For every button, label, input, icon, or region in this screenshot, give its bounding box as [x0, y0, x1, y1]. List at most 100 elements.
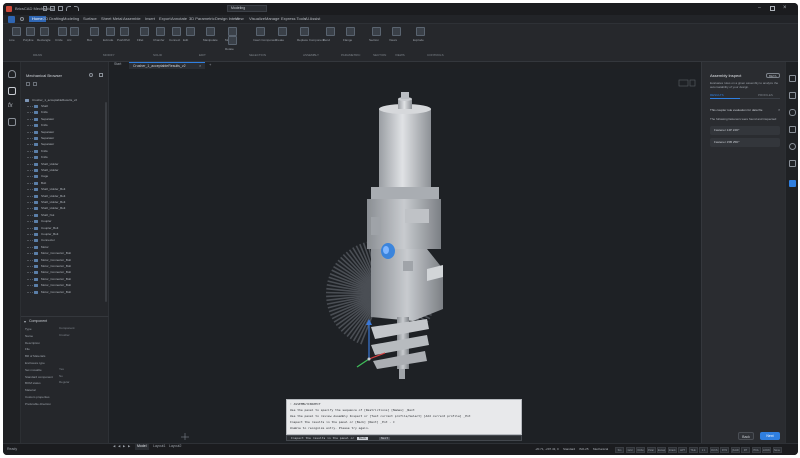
tree-item[interactable]: Connector — [27, 238, 55, 243]
workspace-status[interactable]: Mechanical — [593, 448, 608, 451]
tree-item[interactable]: Knife — [27, 110, 48, 115]
menu-tab-manage[interactable]: Manage — [265, 17, 279, 21]
ribbon-button-fillet[interactable]: Fillet — [137, 27, 153, 45]
layout-tab-layout2[interactable]: Layout2 — [167, 444, 183, 450]
tree-item[interactable]: Motor_Connector_Bolt — [27, 277, 71, 282]
tab-results[interactable]: RESULTS — [710, 94, 724, 97]
layout-nav-icon[interactable]: ◀ — [113, 445, 115, 448]
command-prompt[interactable]: Inspect the results in the panel or Back… — [286, 435, 522, 441]
property-value[interactable]: No — [59, 374, 63, 378]
tree-item[interactable]: Shaft_Holder — [27, 162, 59, 167]
manufacturing-icon[interactable] — [789, 160, 796, 167]
status-toggle[interactable]: DUCS — [709, 447, 719, 453]
property-value[interactable]: Regular — [59, 381, 70, 384]
open-file-icon[interactable] — [50, 6, 55, 11]
model-viewport[interactable]: : ASSEMBLYINSPECT Use the panel to specif… — [109, 69, 701, 443]
result-item[interactable]: Fastener 14P 22D° — [710, 126, 780, 135]
save-icon[interactable] — [58, 6, 63, 11]
back-button[interactable]: Back — [738, 432, 754, 440]
menu-tab-sheet-metal[interactable]: Sheet Metal — [101, 17, 122, 21]
menu-tab-ai-assist[interactable]: AI Assist — [305, 17, 320, 21]
property-row[interactable]: Description — [25, 341, 105, 347]
layers-icon[interactable] — [8, 118, 16, 126]
lightbulb-icon[interactable] — [8, 70, 16, 78]
crusher-assembly-model[interactable] — [325, 92, 443, 379]
ribbon-button-views[interactable]: Views — [389, 27, 405, 45]
status-toggle[interactable]: QUAD — [730, 447, 740, 453]
tree-item[interactable]: Separator — [27, 117, 54, 122]
status-toggle[interactable]: DYN — [720, 447, 729, 453]
browser-settings-icon[interactable] — [89, 73, 93, 77]
tree-item[interactable]: Shaft_Holder_Bolt — [27, 200, 65, 205]
chat-icon[interactable] — [789, 109, 796, 116]
property-value[interactable]: Yes — [59, 367, 64, 371]
undo-icon[interactable] — [66, 6, 71, 11]
command-option-next[interactable]: Next — [379, 437, 391, 440]
status-toggle[interactable]: Polar — [646, 447, 656, 453]
property-row[interactable]: Bill of Materials — [25, 354, 105, 360]
library-icon[interactable] — [789, 92, 796, 99]
ribbon-button-insert-component[interactable]: Insert Component — [253, 27, 277, 45]
status-toggle[interactable]: LOCKUI — [762, 447, 771, 453]
property-row[interactable]: Custom properties — [25, 395, 105, 401]
status-toggle[interactable]: Ortho — [636, 447, 645, 453]
tree-item[interactable]: Motor_Connector_Bolt — [27, 258, 71, 263]
layout-tab-layout1[interactable]: Layout1 — [151, 444, 167, 450]
status-toggle[interactable]: Strack — [667, 447, 677, 453]
text-style-standard[interactable]: Standard — [563, 448, 575, 451]
tree-item[interactable]: Cage — [27, 174, 48, 179]
assembly-inspect-icon[interactable] — [789, 180, 796, 187]
layers-panel-icon[interactable] — [789, 126, 796, 133]
tree-item[interactable]: Motor_Connector_Bolt — [27, 264, 71, 269]
properties-icon[interactable] — [789, 75, 796, 82]
menu-tab-surface[interactable]: Surface — [83, 17, 97, 21]
tab-active-document[interactable]: Crusher_1_acceptableResults_v2 × — [129, 62, 205, 69]
menu-tab-express-tools[interactable]: Express Tools — [281, 17, 306, 21]
new-tab-icon[interactable]: + — [209, 63, 211, 67]
next-button[interactable]: Next — [760, 432, 780, 440]
tree-item[interactable]: Motor_Connector_Bolt — [27, 270, 71, 275]
ribbon-button-rectangle[interactable]: Rectangle — [37, 27, 53, 45]
layout-nav-icon[interactable]: ◀ — [118, 445, 120, 448]
history-icon[interactable] — [789, 143, 796, 150]
ribbon-button-flange[interactable]: Flange — [343, 27, 359, 45]
menu-tab-modeling[interactable]: Modeling — [63, 17, 79, 21]
section-close-icon[interactable]: × — [778, 108, 780, 112]
status-toggle[interactable]: Sm — [615, 447, 624, 453]
property-row[interactable]: BOM status Regular — [25, 381, 105, 387]
result-item[interactable]: Fastener 15B 25D° — [710, 138, 780, 147]
mechanical-browser-icon[interactable] — [8, 87, 16, 95]
tree-item[interactable]: Separator — [27, 136, 54, 141]
property-row[interactable]: Material — [25, 388, 105, 394]
workspace-selector[interactable]: Modeling — [227, 5, 267, 12]
app-menu-button[interactable] — [8, 16, 15, 23]
status-toggle[interactable]: Esnap — [657, 447, 666, 453]
minimize-button[interactable]: – — [758, 6, 761, 11]
layout-tab-model[interactable]: Model — [135, 444, 149, 450]
tree-item[interactable]: Shaft_Holder_Bolt — [27, 206, 65, 211]
view-menu-icon[interactable] — [689, 79, 696, 87]
collapse-icon[interactable] — [24, 321, 26, 323]
menu-tab-assemble[interactable]: Assemble — [123, 17, 141, 21]
tree-item[interactable]: Separator — [27, 130, 54, 135]
property-row[interactable]: Enclosure type — [25, 361, 105, 367]
ribbon-button-section[interactable]: Section — [369, 27, 385, 45]
property-row[interactable]: Preferable direction — [25, 402, 105, 408]
property-value[interactable]: Crusher — [59, 333, 70, 337]
ribbon-button-chamfer[interactable]: Chamfer — [153, 27, 169, 45]
menu-tab-3d-parametric[interactable]: 3D Parametric — [189, 17, 215, 21]
tree-item[interactable]: Motor — [27, 245, 49, 250]
tab-profiles[interactable]: PROFILES — [758, 94, 773, 97]
menu-tab-export[interactable]: Export — [159, 17, 171, 21]
status-toggle[interactable]: 1:1 — [699, 447, 708, 453]
tree-item[interactable]: Knife — [27, 155, 48, 160]
ribbon-button-push-pull[interactable]: Push/Pull — [117, 27, 133, 45]
ribbon-button-replace-component[interactable]: Replace Component — [297, 27, 324, 45]
property-row[interactable]: Set movable Yes — [25, 367, 105, 374]
tree-item[interactable]: Knife — [27, 149, 48, 154]
status-toggle[interactable]: None — [772, 447, 782, 453]
layout-nav-icon[interactable]: ▶ — [128, 445, 130, 448]
tree-item[interactable]: Knife — [27, 123, 48, 128]
status-toggle[interactable]: Grid — [625, 447, 635, 453]
menu-tab-insert[interactable]: Insert — [145, 17, 155, 21]
